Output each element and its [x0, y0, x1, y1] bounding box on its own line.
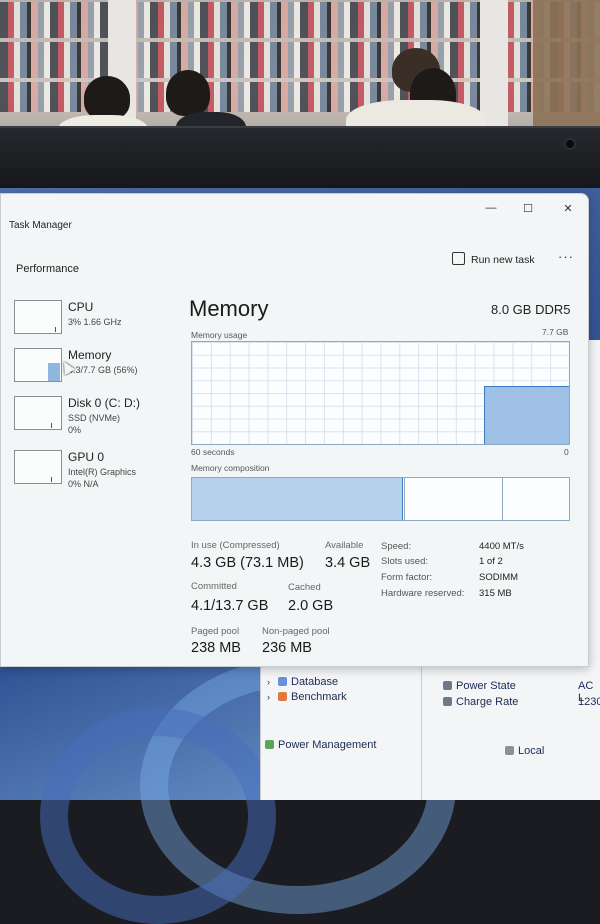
slots-key: Slots used: [381, 556, 428, 567]
sidebar-item-sublabel: 4.3/7.7 GB (56%) [68, 365, 138, 375]
in-use-value: 4.3 GB (73.1 MB) [191, 555, 304, 571]
run-task-icon [452, 252, 465, 265]
memory-usage-max: 7.7 GB [542, 327, 569, 337]
property-icon [443, 697, 452, 706]
sidebar-item-label: Memory [68, 348, 112, 362]
speed-value: 4400 MT/s [479, 541, 524, 552]
sidebar-item-sublabel: Intel(R) Graphics 0% N/A [68, 467, 137, 489]
sidebar-item-cpu[interactable]: CPU 3% 1.66 GHz [14, 300, 174, 344]
memory-heading: Memory [189, 296, 269, 321]
task-manager-window: Task Manager — ☐ ✕ Performance Run new t… [0, 193, 589, 667]
composition-in-use [192, 478, 403, 520]
memory-thumbnail-graph [14, 348, 62, 382]
power-icon [265, 740, 274, 749]
phone-case-shelf [0, 2, 600, 38]
tree-item-benchmark[interactable]: › Benchmark [267, 691, 347, 703]
tree-item-database[interactable]: › Database [267, 676, 338, 688]
database-icon [278, 677, 287, 686]
hardware-reserved-key: Hardware reserved: [381, 588, 465, 599]
slots-value: 1 of 2 [479, 556, 503, 567]
sidebar-item-gpu[interactable]: GPU 0 Intel(R) Graphics 0% N/A [14, 450, 174, 494]
graph-spike [55, 327, 56, 332]
cpu-thumbnail-graph [14, 300, 62, 334]
background-window-edge [588, 340, 600, 660]
disk-thumbnail-graph [14, 396, 62, 430]
gpu-thumbnail-graph [14, 450, 62, 484]
in-use-label: In use (Compressed) [191, 540, 280, 551]
nonpaged-pool-value: 236 MB [262, 640, 312, 656]
minimize-button[interactable]: — [481, 202, 501, 214]
pane-divider [421, 660, 422, 800]
composition-divider [502, 478, 503, 520]
memory-usage-label: Memory usage [191, 330, 248, 340]
close-button[interactable]: ✕ [558, 202, 578, 215]
chevron-right-icon: › [267, 677, 270, 687]
benchmark-icon [278, 692, 287, 701]
sidebar-item-label: Disk 0 (C: D:) [68, 396, 140, 410]
paged-pool-value: 238 MB [191, 640, 241, 656]
wallpaper-swirl [40, 708, 276, 924]
computer-icon [505, 746, 514, 755]
sidebar-item-label: CPU [68, 300, 94, 314]
sidebar-item-sublabel: 3% 1.66 GHz [68, 317, 122, 327]
tree-item-power-management[interactable]: Power Management [265, 739, 376, 751]
maximize-button[interactable]: ☐ [518, 202, 538, 215]
person-head [166, 70, 210, 116]
committed-value: 4.1/13.7 GB [191, 598, 269, 614]
cached-label: Cached [288, 582, 321, 593]
sidebar-item-sublabel: SSD (NVMe) 0% [68, 413, 121, 435]
more-options-button[interactable]: ··· [558, 249, 574, 264]
sidebar-item-memory[interactable]: Memory 4.3/7.7 GB (56%) [14, 348, 174, 392]
memory-composition-label: Memory composition [191, 463, 270, 473]
memory-thumbnail-fill [48, 363, 60, 381]
webcam [564, 138, 576, 150]
property-icon [443, 681, 452, 690]
graph-spike [51, 477, 52, 482]
memory-spec: 8.0 GB DDR5 [491, 302, 571, 317]
memory-usage-graph [191, 341, 570, 445]
status-local: Local [505, 745, 544, 757]
nonpaged-pool-label: Non-paged pool [262, 626, 330, 637]
graph-spike [51, 423, 52, 428]
memory-usage-area [484, 386, 569, 444]
window-title: Task Manager [9, 220, 72, 231]
available-value: 3.4 GB [325, 555, 371, 571]
person-head [84, 76, 130, 120]
chevron-right-icon: › [267, 692, 270, 702]
run-new-task-button[interactable]: Run new task [452, 252, 535, 266]
form-factor-key: Form factor: [381, 572, 433, 583]
prop-power-state: Power State [443, 680, 516, 692]
graph-zero-label: 0 [564, 447, 569, 457]
prop-charge-rate: Charge Rate [443, 696, 518, 708]
sidebar-item-disk[interactable]: Disk 0 (C: D:) SSD (NVMe) 0% [14, 396, 174, 440]
laptop-bezel [0, 126, 600, 194]
available-label: Available [325, 540, 364, 551]
phone-case-shelf [0, 42, 600, 78]
sidebar-item-label: GPU 0 [68, 450, 105, 464]
page-title: Performance [16, 263, 79, 275]
title-bar[interactable]: Task Manager — ☐ ✕ [1, 194, 588, 238]
speed-key: Speed: [381, 541, 412, 552]
form-factor-value: SODIMM [479, 572, 519, 583]
paged-pool-label: Paged pool [191, 626, 240, 637]
memory-composition-bar [191, 477, 570, 521]
background-app-window: › Database › Benchmark Power Management Po… [260, 660, 600, 800]
committed-label: Committed [191, 581, 237, 592]
composition-divider [404, 478, 405, 520]
prop-charge-rate-value: 1230 [578, 696, 600, 708]
graph-time-label: 60 seconds [191, 447, 235, 457]
hardware-reserved-value: 315 MB [479, 588, 512, 599]
cached-value: 2.0 GB [288, 598, 334, 614]
